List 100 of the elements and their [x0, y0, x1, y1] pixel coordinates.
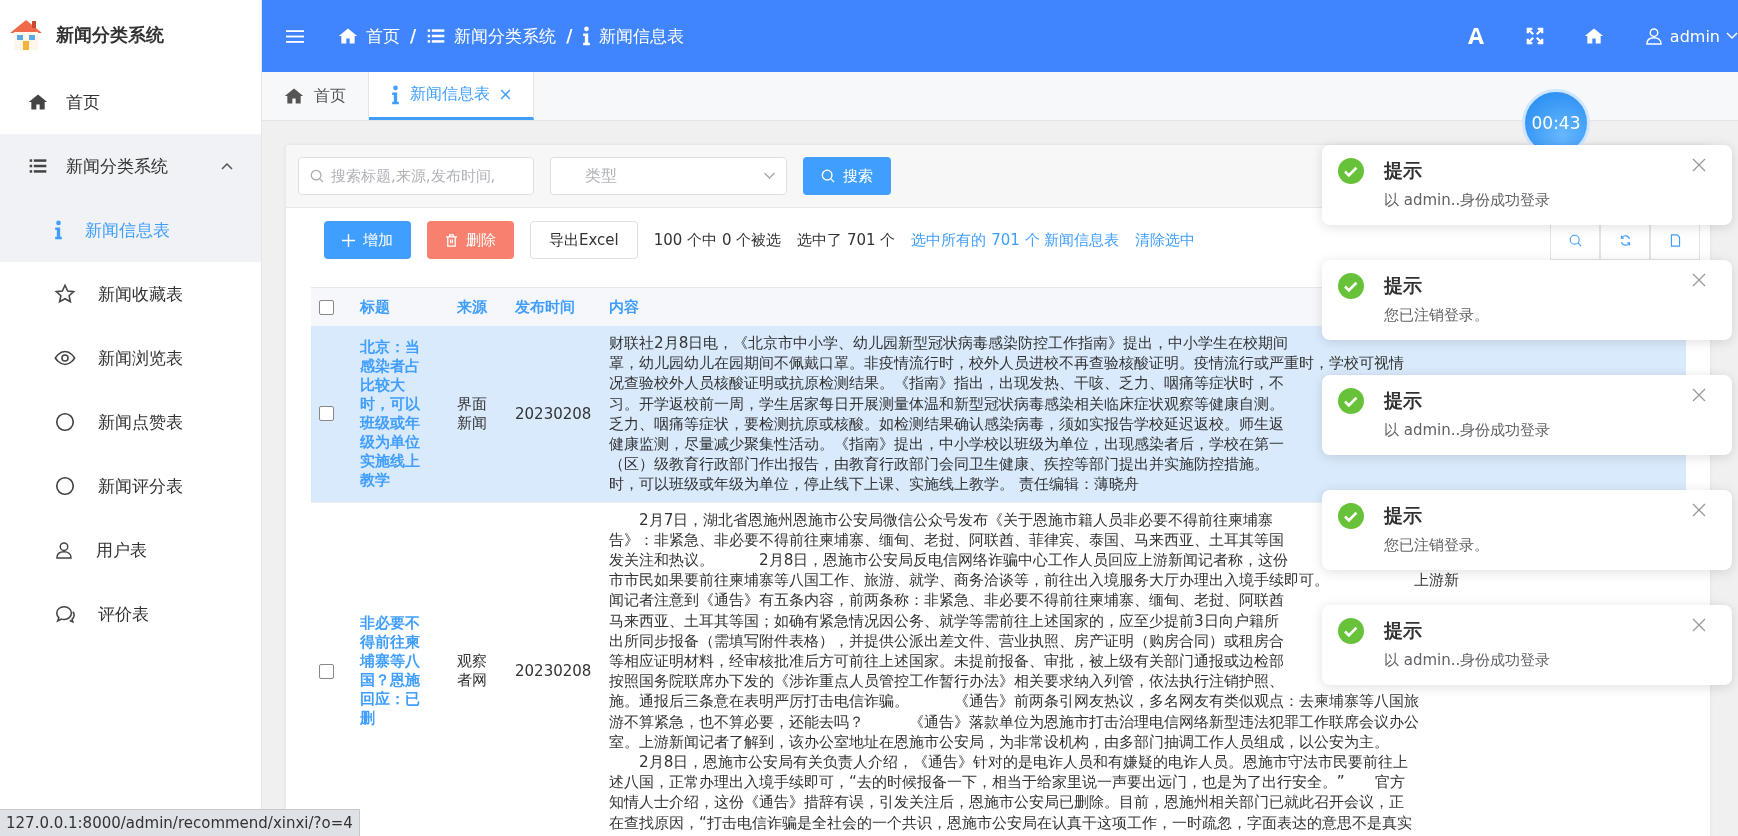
circle-icon — [54, 475, 76, 497]
notification-title: 提示 — [1384, 503, 1423, 528]
table-cell-text: 观察者网 — [457, 652, 488, 691]
check-icon — [1338, 503, 1364, 529]
clear-selection-link[interactable]: 清除选中 — [1135, 230, 1196, 250]
content-text: 健康监测，尽量减少聚集性活动。《指南》提出，中小学校以班级为单位，出现感染者后，学校在第一 — [609, 434, 1284, 455]
star-icon — [54, 283, 76, 305]
column-header[interactable]: 标题 — [352, 287, 449, 326]
checkbox[interactable] — [319, 406, 334, 422]
close-icon[interactable] — [500, 89, 511, 100]
column-header[interactable]: 发布时间 — [507, 287, 601, 326]
sidebar-item[interactable]: 新闻评分表 — [0, 454, 261, 518]
checkbox[interactable] — [319, 663, 334, 679]
content-text: 施。通报后三条意在表明严厉打击电信诈骗。 《通告》前两条引网友热议，多名网友有类似观点：去柬埔寨等八国旅 — [609, 691, 1419, 712]
close-icon[interactable] — [1692, 158, 1706, 172]
select-all-link[interactable]: 选中所有的 701 个 新闻信息表 — [911, 230, 1120, 250]
sidebar-item[interactable]: 新闻点赞表 — [0, 390, 261, 454]
menu-icon[interactable] — [286, 28, 304, 44]
content-text: 马来西亚、土耳其等国；如确有紧急情况因公务、就学等需前往上述国家的，应至少提前3日向户籍所 — [609, 610, 1279, 631]
tab[interactable]: 新闻信息表 — [369, 72, 534, 120]
content-text: 知情人士介绍，这份《通告》措辞有误，引发关注后，恩施市公安局已删除。目前，恩施州相关部门已就此召开会议，正 — [609, 792, 1404, 813]
notification-title: 提示 — [1384, 388, 1423, 413]
notification-message: 以 admin..身份成功登录 — [1384, 191, 1552, 210]
check-icon — [1338, 618, 1364, 644]
type-select[interactable]: 类型 — [550, 157, 787, 195]
search-icon — [821, 169, 835, 183]
trash-icon — [445, 233, 458, 247]
caret-icon[interactable] — [1726, 32, 1738, 40]
font-icon[interactable] — [1465, 26, 1486, 46]
check-icon — [1338, 273, 1364, 299]
notification-title: 提示 — [1384, 158, 1423, 183]
check-icon — [1338, 388, 1364, 414]
home-icon — [338, 26, 358, 46]
delete-button[interactable]: 删除 — [427, 221, 514, 259]
close-icon[interactable] — [1692, 503, 1706, 517]
sidebar-item[interactable]: 首页 — [0, 70, 261, 134]
sidebar-item[interactable]: 评价表 — [0, 582, 261, 646]
checkbox[interactable] — [319, 299, 334, 315]
sidebar-item[interactable]: 新闻收藏表 — [0, 262, 261, 326]
content-text: 2月8日，恩施市公安局有关负责人介绍，《通告》针对的是电诈人员和有嫌疑的电诈人员。恩施市守法市民要前往上 — [638, 752, 1409, 773]
content-text: 市市民如果要前往柬埔寨等八国工作、旅游、就学、商务洽谈等，前往出入境服务大厅办理出入境手续即可。 — [609, 570, 1329, 591]
close-icon[interactable] — [1692, 618, 1706, 632]
table-cell: 20230208 — [515, 662, 593, 681]
sidebar-item[interactable]: 用户表 — [0, 518, 261, 582]
info-icon — [582, 26, 592, 46]
breadcrumb-item[interactable]: 新闻信息表 — [599, 24, 685, 48]
content-text: 习。开学返校前一周，学生居家每日开展测量体温和新型冠状病毒感染相关临床症状观察等健康自测。 — [609, 393, 1284, 414]
caret-icon — [763, 172, 776, 180]
table-cell: 20230208 — [515, 404, 593, 423]
content-text: 按照国务院联席办下发的《涉诈重点人员管控工作暂行办法》相关要求纳入列管，依法执行注销护照、 — [609, 671, 1284, 692]
user-name[interactable]: admin — [1669, 26, 1720, 46]
add-button[interactable]: 增加 — [324, 221, 411, 259]
home-button-icon — [1583, 26, 1604, 46]
search-button[interactable]: 搜索 — [803, 157, 891, 195]
plus-icon — [342, 233, 355, 247]
home-icon — [28, 92, 48, 112]
app-title: 新闻分类系统 — [56, 23, 164, 47]
selection-count: 100 个中 0 个被选 — [653, 230, 782, 250]
close-icon[interactable] — [1692, 388, 1706, 402]
sidebar-item[interactable]: 新闻信息表 — [0, 198, 261, 262]
selected-total: 选中了 701 个 — [797, 230, 896, 250]
notification-message: 您已注销登录。 — [1384, 306, 1490, 325]
refresh-icon — [1618, 233, 1632, 247]
breadcrumb-item[interactable]: 首页 — [366, 24, 400, 48]
sidebar-item[interactable]: 新闻浏览表 — [0, 326, 261, 390]
search-field[interactable]: 搜索标题,来源,发布时间, — [298, 157, 534, 195]
home-icon — [284, 86, 304, 106]
content-text: 2月7日，湖北省恩施州恩施市公安局微信公众号发布《关于恩施市籍人员非必要不得前往柬埔寨 — [638, 509, 1274, 530]
export-button[interactable]: 导出Excel — [530, 221, 638, 259]
close-icon[interactable] — [1692, 273, 1706, 287]
content-text: 等相应证明材料，经审核批准后方可前往上述国家。未提前报备、审批，被上级有关部门通报或边检部 — [609, 651, 1284, 672]
check-icon — [1338, 158, 1364, 184]
document-icon — [1668, 233, 1682, 247]
column-header[interactable]: 来源 — [449, 287, 507, 326]
content-text: 发关注和热议。 2月8日，恩施市公安局反电信网络诈骗中心工作人员回应上游新闻记者称，这份 — [609, 550, 1289, 571]
search-icon — [1568, 233, 1582, 247]
content-text: 闻记者注意到《通告》有五条内容，前两条称：非紧急、非必要不得前往柬埔寨、缅甸、老挝、阿联酋 — [609, 590, 1284, 611]
chat-icon — [54, 603, 76, 625]
content-text: 在查找原因，“打击电信诈骗是全社会的一个共识，恩施市公安局在认真干这项工作，一时疏忽，字面表达的意思不是真实 — [609, 812, 1412, 833]
breadcrumb-item[interactable]: 新闻分类系统 — [454, 24, 557, 48]
list-icon — [426, 26, 447, 46]
content-text: 告》：非紧急、非必要不得前往柬埔寨、缅甸、老挝、阿联酋、菲律宾、泰国、马来西亚、土耳其等国 — [609, 529, 1284, 551]
user-icon — [54, 540, 74, 560]
content-text: 况查验校外人员核酸证明或抗原检测结果。《指南》指出，出现发热、干咳、乏力、咽痛等症状时，不 — [609, 373, 1284, 394]
table-cell-text: 界面新闻 — [457, 394, 488, 433]
house-logo-icon — [8, 17, 44, 53]
content-text: 财联社2月8日电，《北京市中小学、幼儿园新型冠状病毒感染防控工作指南》提出，中小学生在校期间 — [609, 333, 1289, 354]
breadcrumb-separator: / — [410, 26, 417, 46]
news-title-link[interactable]: 非必要不得前往柬埔寨等八国？恩施回应：已删 — [360, 614, 426, 729]
status-bar-url: 127.0.0.1:8000/admin/recommend/xinxi/?o=4 — [0, 809, 360, 836]
content-text: 述八国，正常办理出入境手续即可，“去的时候报备一下，相当于给家里说一声要出远门，也是为了出行安全。” 官方 — [609, 772, 1405, 793]
circle-icon — [54, 411, 76, 433]
content-text: 室。上游新闻记者了解到，该办公室地址在恩施市公安局，为非常设机构，由多部门抽调工作人员组成，以公安为主。 — [609, 731, 1389, 753]
fullscreen-icon[interactable] — [1525, 27, 1544, 45]
content-text: 乏力、咽痛等症状，要检测抗原或核酸。如检测结果确认感染病毒，须如实报告学校延迟返校。师生返 — [609, 413, 1284, 434]
content-text: 罩，幼儿园幼儿在园期间不佩戴口罩。非疫情流行时，校外人员进校不再查验核酸证明。疫情流行或严重时，学校可视情 — [609, 353, 1404, 374]
content-text: 游不算紧急，也不算必要，还能去吗？ 《通告》落款单位为恩施市打击治理电信网络新型违法犯罪工作联席会议办公 — [609, 711, 1419, 732]
menu-group[interactable]: 新闻分类系统 — [0, 134, 261, 198]
info-icon — [391, 84, 400, 105]
list-icon — [28, 156, 48, 176]
